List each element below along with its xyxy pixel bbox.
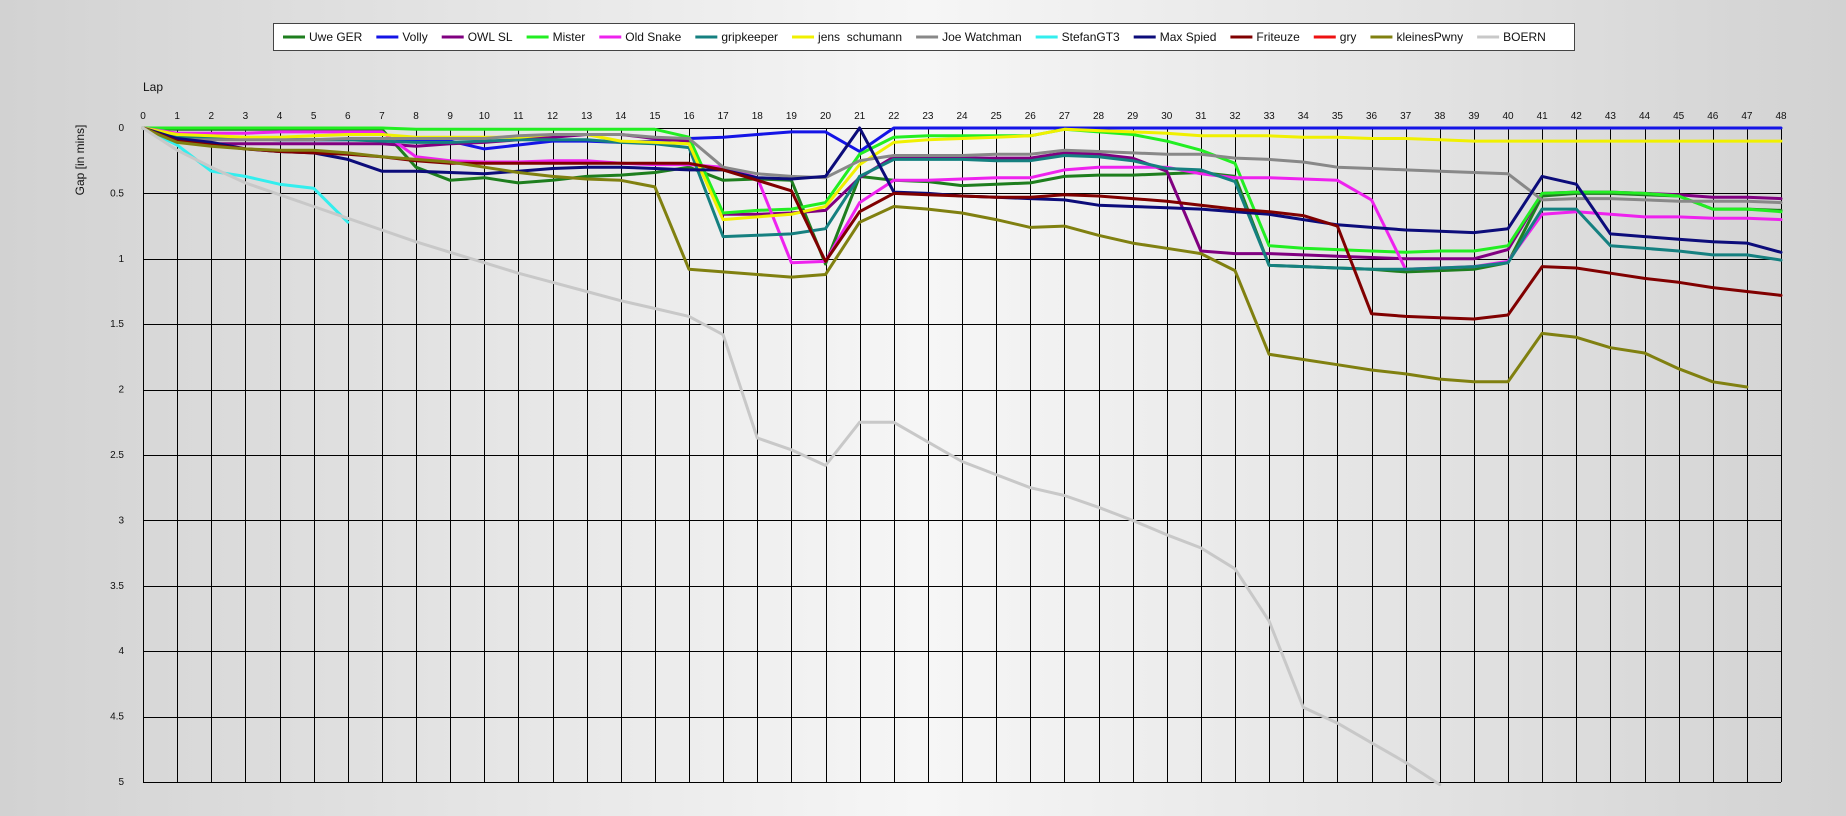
x-tick-label: 34 xyxy=(1298,111,1310,122)
x-tick-label: 6 xyxy=(345,111,351,122)
legend-label: Volly xyxy=(402,30,427,44)
legend-label: Mister xyxy=(553,30,586,44)
legend-label: kleinesPwny xyxy=(1396,30,1463,44)
x-tick-label: 16 xyxy=(683,111,695,122)
x-tick-label: 24 xyxy=(956,111,968,122)
y-tick-label: 2 xyxy=(118,385,124,396)
x-tick-label: 41 xyxy=(1537,111,1549,122)
legend: Uwe GER Volly OWL SL Mister Old Snake gripkee… xyxy=(273,23,1575,51)
legend-label: gry xyxy=(1340,30,1357,44)
x-tick-label: 19 xyxy=(786,111,798,122)
x-tick-label: 4 xyxy=(277,111,283,122)
x-tick-label: 3 xyxy=(243,111,249,122)
x-tick-label: 31 xyxy=(1195,111,1207,122)
x-tick-label: 44 xyxy=(1639,111,1651,122)
x-tick-label: 33 xyxy=(1264,111,1276,122)
x-tick-label: 38 xyxy=(1434,111,1446,122)
legend-label: jens schumann xyxy=(817,30,902,44)
x-tick-label: 22 xyxy=(888,111,900,122)
x-axis-label: Lap xyxy=(143,80,163,94)
legend-label: Max Spied xyxy=(1160,30,1217,44)
x-tick-label: 10 xyxy=(479,111,491,122)
legend-label: Uwe GER xyxy=(309,30,363,44)
y-tick-label: 1.5 xyxy=(110,319,124,330)
x-tick-label: 5 xyxy=(311,111,317,122)
plot-grid xyxy=(143,128,1782,783)
legend-label: Old Snake xyxy=(625,30,681,44)
y-tick-label: 4 xyxy=(118,646,124,657)
x-tick-label: 11 xyxy=(513,111,524,122)
x-tick-label: 30 xyxy=(1161,111,1173,122)
x-tick-label: 17 xyxy=(718,111,730,122)
x-tick-label: 43 xyxy=(1605,111,1617,122)
x-tick-label: 36 xyxy=(1366,111,1378,122)
series-line-12 xyxy=(141,126,1749,389)
x-tick-label: 29 xyxy=(1127,111,1139,122)
x-tick-label: 45 xyxy=(1673,111,1685,122)
x-tick-label: 48 xyxy=(1775,111,1787,122)
legend-label: gripkeeper xyxy=(721,30,778,44)
y-axis-label: Gap [in mins] xyxy=(73,125,87,196)
x-tick-label: 14 xyxy=(615,111,627,122)
x-tick-label: 23 xyxy=(922,111,934,122)
legend-label: BOERN xyxy=(1503,30,1546,44)
legend-label: Joe Watchman xyxy=(942,30,1022,44)
y-tick-label: 4.5 xyxy=(110,712,124,723)
x-tick-label: 25 xyxy=(991,111,1003,122)
x-tick-label: 21 xyxy=(854,111,866,122)
legend-label: Friteuze xyxy=(1256,30,1300,44)
y-tick-label: 0.5 xyxy=(110,188,124,199)
x-tick-label: 18 xyxy=(752,111,764,122)
x-tick-label: 37 xyxy=(1400,111,1412,122)
x-tick-label: 9 xyxy=(447,111,453,122)
y-tick-label: 3.5 xyxy=(110,581,124,592)
y-tick-label: 2.5 xyxy=(110,450,124,461)
y-tick-label: 0 xyxy=(118,123,124,134)
y-tick-label: 5 xyxy=(118,777,124,788)
x-tick-label: 7 xyxy=(379,111,385,122)
x-tick-label: 15 xyxy=(649,111,661,122)
x-tick-label: 20 xyxy=(820,111,832,122)
x-tick-label: 26 xyxy=(1025,111,1037,122)
x-tick-label: 0 xyxy=(140,111,146,122)
x-tick-label: 13 xyxy=(581,111,593,122)
x-tick-label: 32 xyxy=(1229,111,1241,122)
x-tick-label: 47 xyxy=(1741,111,1753,122)
x-tick-label: 40 xyxy=(1502,111,1514,122)
legend-label: StefanGT3 xyxy=(1062,30,1120,44)
y-tick-labels: 0 0.5 1 1.5 2 2.5 3 3.5 4 4.5 5 xyxy=(110,123,124,788)
x-tick-label: 8 xyxy=(413,111,419,122)
x-tick-label: 46 xyxy=(1707,111,1719,122)
x-tick-label: 1 xyxy=(174,111,180,122)
x-tick-label: 2 xyxy=(208,111,214,122)
lap-gap-chart: Uwe GER Volly OWL SL Mister Old Snake gripkee… xyxy=(73,23,1787,788)
x-tick-label: 42 xyxy=(1571,111,1583,122)
x-tick-label: 35 xyxy=(1332,111,1344,122)
x-tick-label: 27 xyxy=(1059,111,1071,122)
y-tick-label: 1 xyxy=(118,254,124,265)
x-tick-label: 28 xyxy=(1093,111,1105,122)
x-tick-label: 39 xyxy=(1468,111,1480,122)
x-tick-label: 12 xyxy=(547,111,559,122)
y-tick-label: 3 xyxy=(118,515,124,526)
x-tick-labels: 0 1 2 3 4 5 6 7 8 9 10 11 12 13 14 15 16 17 18 19 20 21 22 23 24… xyxy=(140,111,1787,122)
legend-label: OWL SL xyxy=(468,30,513,44)
